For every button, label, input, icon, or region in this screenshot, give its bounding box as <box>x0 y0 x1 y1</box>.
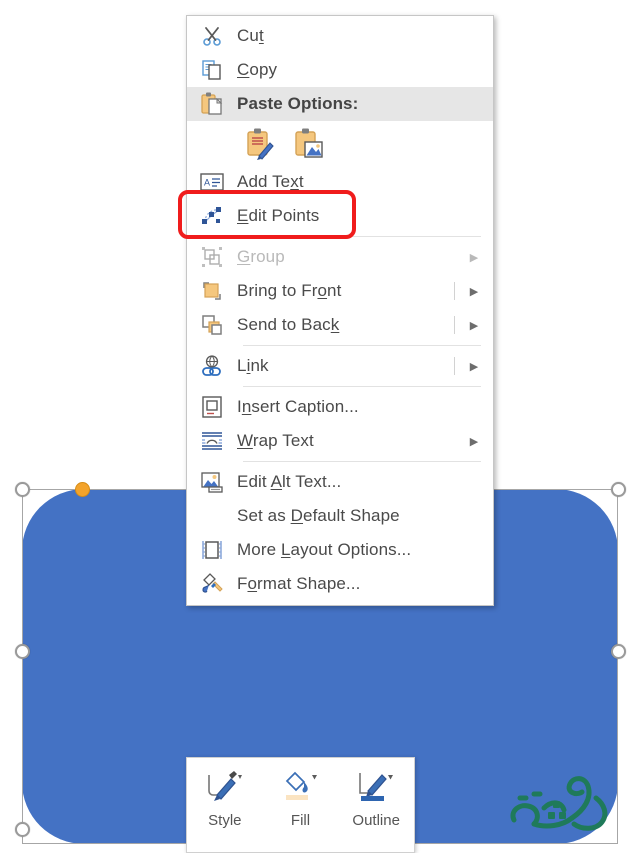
menu-item-copy[interactable]: Copy <box>187 53 493 87</box>
menu-item-format-shape[interactable]: Format Shape... <box>187 567 493 601</box>
menu-item-label: Add Text <box>237 172 304 191</box>
selection-handle-middle-left[interactable] <box>15 644 30 659</box>
menu-item-label: Set as Default Shape <box>237 506 400 525</box>
menu-item-bring-to-front[interactable]: Bring to Front ▶ <box>187 274 493 308</box>
mini-toolbar-label: Fill <box>290 812 311 829</box>
selection-handle-bottom-left[interactable] <box>15 822 30 837</box>
menu-item-label: Group <box>237 247 285 266</box>
menu-item-set-as-default-shape[interactable]: Set as Default Shape <box>187 499 493 533</box>
paste-options-row[interactable] <box>187 121 493 165</box>
shape-adjustment-handle[interactable] <box>75 482 90 497</box>
menu-separator <box>243 461 481 462</box>
shape-outline-icon <box>356 766 396 808</box>
svg-text:A: A <box>204 178 210 188</box>
chevron-right-icon: ▶ <box>469 435 479 448</box>
mini-toolbar-label: Style <box>208 812 242 829</box>
menu-divider <box>454 357 455 375</box>
bring-front-icon <box>187 274 237 308</box>
menu-item-link[interactable]: Link ▶ <box>187 349 493 383</box>
menu-item-paste-options[interactable]: Paste Options: <box>187 87 493 121</box>
paste-picture-icon[interactable] <box>291 126 325 160</box>
menu-item-label: Copy <box>237 60 278 79</box>
wrap-text-icon <box>187 424 237 458</box>
menu-item-label: Paste Options: <box>237 94 359 113</box>
menu-separator <box>243 345 481 346</box>
shape-fill-icon <box>281 766 321 808</box>
clipboard-icon <box>187 87 237 121</box>
menu-item-label: Bring to Front <box>237 281 342 300</box>
menu-item-label: Wrap Text <box>237 431 314 450</box>
menu-separator <box>243 386 481 387</box>
mini-toolbar-style-button[interactable]: Style <box>187 758 263 852</box>
no-icon <box>187 499 237 533</box>
menu-item-label: Cut <box>237 26 264 45</box>
format-shape-icon <box>187 567 237 601</box>
menu-divider <box>454 316 455 334</box>
insert-caption-icon <box>187 390 237 424</box>
menu-item-cut[interactable]: Cut <box>187 19 493 53</box>
menu-item-send-to-back[interactable]: Send to Back ▶ <box>187 308 493 342</box>
alt-text-icon <box>187 465 237 499</box>
copy-icon <box>187 53 237 87</box>
mini-toolbar-fill-button[interactable]: Fill <box>263 758 339 852</box>
menu-separator <box>243 236 481 237</box>
group-icon <box>187 240 237 274</box>
selection-handle-top-right[interactable] <box>611 482 626 497</box>
menu-item-label: Send to Back <box>237 315 340 334</box>
menu-item-label: Insert Caption... <box>237 397 359 416</box>
selection-handle-middle-right[interactable] <box>611 644 626 659</box>
menu-item-label: Link <box>237 356 269 375</box>
layout-options-icon <box>187 533 237 567</box>
menu-item-insert-caption[interactable]: Insert Caption... <box>187 390 493 424</box>
send-back-icon <box>187 308 237 342</box>
menu-item-edit-points[interactable]: Edit Points <box>187 199 493 233</box>
menu-item-wrap-text[interactable]: Wrap Text ▶ <box>187 424 493 458</box>
mini-toolbar-outline-button[interactable]: Outline <box>338 758 414 852</box>
edit-points-icon <box>187 199 237 233</box>
link-icon <box>187 349 237 383</box>
menu-item-group[interactable]: Group ▶ <box>187 240 493 274</box>
context-menu[interactable]: Cut Copy Paste Options: A Add Text Edit … <box>186 15 494 606</box>
menu-item-label: Edit Alt Text... <box>237 472 342 491</box>
mini-toolbar[interactable]: Style Fill Outline <box>186 757 415 853</box>
menu-divider <box>454 432 455 450</box>
menu-item-label: More Layout Options... <box>237 540 412 559</box>
chevron-right-icon: ▶ <box>469 251 479 264</box>
menu-item-label: Format Shape... <box>237 574 361 593</box>
menu-item-add-text[interactable]: A Add Text <box>187 165 493 199</box>
menu-item-label: Edit Points <box>237 206 320 225</box>
menu-item-edit-alt-text[interactable]: Edit Alt Text... <box>187 465 493 499</box>
selection-handle-top-left[interactable] <box>15 482 30 497</box>
mini-toolbar-label: Outline <box>352 812 400 829</box>
paste-keep-source-formatting-icon[interactable] <box>243 126 277 160</box>
shape-style-icon <box>205 766 245 808</box>
chevron-right-icon: ▶ <box>469 285 479 298</box>
add-text-icon: A <box>187 165 237 199</box>
menu-divider <box>454 282 455 300</box>
chevron-right-icon: ▶ <box>469 360 479 373</box>
menu-item-more-layout-options[interactable]: More Layout Options... <box>187 533 493 567</box>
chevron-right-icon: ▶ <box>469 319 479 332</box>
scissors-icon <box>187 19 237 53</box>
